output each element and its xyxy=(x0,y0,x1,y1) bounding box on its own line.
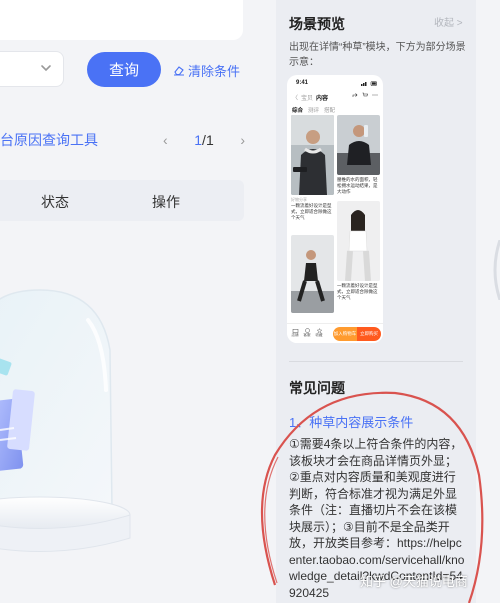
query-button[interactable]: 查询 xyxy=(87,52,161,87)
content-image-2 xyxy=(337,115,380,175)
content-image-1 xyxy=(291,115,334,195)
cart-icon xyxy=(362,92,368,97)
eraser-icon xyxy=(174,66,184,76)
faq-question-1[interactable]: 1、种草内容展示条件 xyxy=(289,412,413,431)
favorite-label: 收藏 xyxy=(315,333,323,337)
clear-conditions-label: 清除条件 xyxy=(188,63,241,79)
content-image-3 xyxy=(291,235,334,313)
phone-tab: 搭配 xyxy=(324,108,336,114)
phone-preview: 9:41 〈 宝贝 内容 综合 测评 搭配 腰椎的水的面积，轻松拥水运动结果，是… xyxy=(287,75,383,343)
chevron-down-icon xyxy=(41,65,51,72)
phone-tab: 测评 xyxy=(308,108,320,114)
filter-select[interactable] xyxy=(0,51,64,87)
prev-page-button[interactable]: ‹ xyxy=(163,132,168,148)
content-caption-2: 腰椎的水的面积，轻松拥水运动结果，是大动作 xyxy=(337,177,378,194)
phone-time: 9:41 xyxy=(296,80,309,86)
column-header-actions: 操作 xyxy=(152,194,180,210)
shop-icon: 店铺 xyxy=(291,328,299,338)
clear-conditions-link[interactable]: 清除条件 xyxy=(173,60,240,80)
scene-preview-title: 场景预览 xyxy=(289,16,345,32)
phone-tabs: 综合 测评 搭配 xyxy=(292,106,335,114)
table-header: 状态 操作 xyxy=(0,180,244,221)
empty-state-illustration xyxy=(0,289,131,552)
content-image-4 xyxy=(337,201,380,281)
add-to-cart-button: 加入购物车 xyxy=(333,327,357,341)
page-indicator: 1/1 xyxy=(194,132,213,148)
total-pages: 1 xyxy=(205,132,214,148)
phone-nav-item-active: 内容 xyxy=(316,96,329,102)
collapse-button[interactable]: 收起 > xyxy=(434,14,463,29)
column-header-status: 状态 xyxy=(41,194,69,210)
share-icon xyxy=(352,93,358,97)
phone-bottom-bar: 店铺 客服 收藏 加入购物车 立即购买 xyxy=(287,323,383,343)
content-caption-3: 一颗流着好设计是型式，立即适合除做这个天气 xyxy=(291,203,332,220)
phone-nav-icons xyxy=(352,92,378,98)
watermark: 知乎 @天猫说电商 xyxy=(360,574,468,589)
back-icon: 〈 xyxy=(292,96,299,102)
service-label: 客服 xyxy=(303,333,311,337)
shop-label: 店铺 xyxy=(291,333,299,337)
current-page: 1 xyxy=(194,132,203,148)
phone-tab-active: 综合 xyxy=(292,108,304,114)
pagination: ‹ 1/1 › xyxy=(163,130,245,150)
more-icon xyxy=(372,94,378,96)
phone-nav: 〈 宝贝 内容 xyxy=(292,93,328,102)
phone-nav-item: 宝贝 xyxy=(301,96,314,102)
section-divider xyxy=(289,361,463,362)
favorite-icon: 收藏 xyxy=(315,328,323,338)
content-caption-4: 一颗流着好设计是型式，立即适合除做这个天气 xyxy=(337,283,378,300)
tool-title: 台原因查询工具 xyxy=(0,132,98,148)
faq-title: 常见问题 xyxy=(289,380,345,396)
edge-decoration xyxy=(493,240,500,300)
service-icon: 客服 xyxy=(303,328,311,338)
filter-card-top xyxy=(0,0,243,40)
status-bar-icons xyxy=(361,81,377,86)
scene-preview-description: 出现在详情“种草”模块，下方为部分场景示意： xyxy=(289,42,466,68)
next-page-button[interactable]: › xyxy=(240,132,245,148)
buy-now-button: 立即购买 xyxy=(357,327,381,341)
